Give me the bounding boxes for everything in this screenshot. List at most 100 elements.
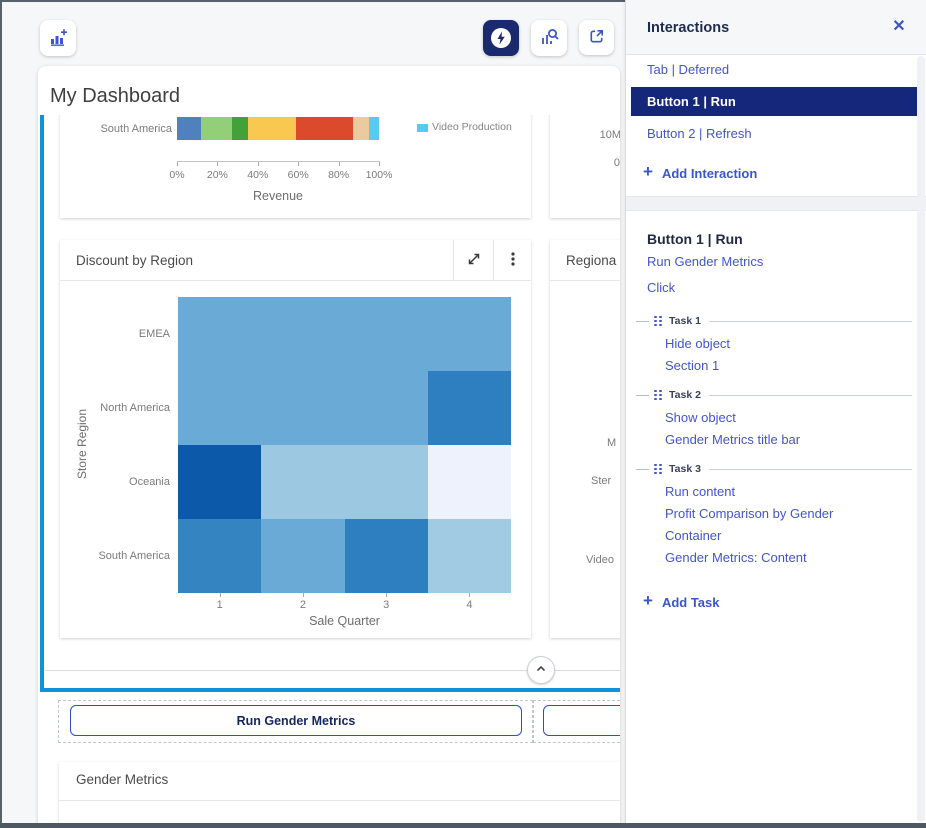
- panel-scrollbar[interactable]: [917, 56, 925, 822]
- heatmap-cell: [261, 519, 344, 593]
- category-label: South America: [60, 117, 172, 140]
- heatmap-col-labels: 1234: [178, 599, 511, 611]
- fullscreen-button[interactable]: [453, 240, 493, 280]
- add-task-button[interactable]: + Add Task: [626, 587, 926, 617]
- collapse-section-button[interactable]: [527, 656, 555, 684]
- x-axis-title: Revenue: [177, 189, 379, 203]
- task-link[interactable]: Run content: [626, 481, 926, 503]
- gender-metrics-card[interactable]: Gender Metrics: [59, 762, 620, 828]
- task-header: Task 2: [626, 383, 926, 407]
- interaction-item[interactable]: Button 2 | Refresh: [626, 119, 926, 149]
- more-options-button[interactable]: [493, 240, 531, 280]
- category-label: Video: [586, 554, 614, 566]
- explore-button[interactable]: [531, 20, 567, 56]
- task-link[interactable]: Hide object: [626, 333, 926, 355]
- bar-segment: [369, 117, 379, 140]
- task-link[interactable]: Section 1: [626, 355, 926, 377]
- heatmap-cell: [261, 445, 344, 519]
- rule: [709, 469, 912, 470]
- partial-chart-card[interactable]: 10M 0: [550, 115, 620, 218]
- expand-arrows-icon: [465, 250, 483, 271]
- bar-segment: [353, 117, 369, 140]
- y-tick: 0: [614, 157, 620, 169]
- y-axis-title: Store Region: [75, 296, 89, 592]
- category-label: M: [607, 437, 616, 449]
- y-tick: 10M: [600, 129, 620, 141]
- heatmap-cell: [345, 445, 428, 519]
- bar-segment: [296, 117, 353, 140]
- heatmap-cell: [428, 445, 511, 519]
- panel-section-divider: [626, 196, 926, 211]
- heatmap-cell: [345, 519, 428, 593]
- expand-button[interactable]: [579, 20, 614, 55]
- rule: [709, 395, 912, 396]
- task-link[interactable]: Show object: [626, 407, 926, 429]
- interaction-detail: Button 1 | Run Run Gender Metrics Click …: [626, 211, 926, 617]
- heatmap-cell: [261, 371, 344, 445]
- revenue-bar: [177, 117, 379, 140]
- task-link[interactable]: Gender Metrics: Content: [626, 547, 926, 569]
- heatmap-cell: [261, 297, 344, 371]
- task-header: Task 3: [626, 457, 926, 481]
- heatmap-cell: [345, 297, 428, 371]
- add-interaction-label: Add Interaction: [662, 166, 757, 181]
- panel-header: Interactions ✕: [626, 0, 926, 55]
- heatmap-card[interactable]: Discount by Region: [60, 240, 531, 638]
- bolt-icon: [491, 28, 511, 48]
- chart-search-icon: [539, 27, 559, 50]
- interactions-button[interactable]: [483, 20, 519, 56]
- close-panel-button[interactable]: ✕: [886, 13, 912, 39]
- task-label: Task 2: [669, 389, 701, 401]
- interaction-item[interactable]: Button 1 | Run: [631, 87, 920, 116]
- add-task-label: Add Task: [662, 595, 720, 610]
- add-chart-icon: [48, 27, 68, 50]
- legend-swatch: [417, 124, 428, 132]
- bar-segment: [248, 117, 296, 140]
- drag-handle-icon[interactable]: [654, 316, 662, 327]
- interactions-panel: Interactions ✕ Tab | DeferredButton 1 | …: [625, 0, 926, 828]
- section-divider: [45, 670, 527, 671]
- add-interaction-button[interactable]: + Add Interaction: [626, 158, 926, 188]
- interaction-target-link[interactable]: Run Gender Metrics: [626, 249, 926, 275]
- x-tick-label: 100%: [366, 169, 393, 181]
- x-axis-tickmarks: [177, 162, 379, 167]
- task-link[interactable]: Gender Metrics title bar: [626, 429, 926, 451]
- interaction-trigger-link[interactable]: Click: [626, 275, 926, 301]
- x-tick-label: 60%: [288, 169, 309, 181]
- heatmap-cell: [428, 297, 511, 371]
- panel-title: Interactions: [647, 20, 729, 36]
- x-tick-label: 4: [428, 599, 511, 611]
- run-gender-metrics-button[interactable]: Run Gender Metrics: [70, 705, 522, 736]
- app-window: My Dashboard South America Video Product…: [0, 0, 926, 828]
- heatmap-cell: [178, 297, 261, 371]
- plus-icon: +: [643, 162, 653, 182]
- window-border: [0, 823, 926, 828]
- bar-segment: [232, 117, 248, 140]
- x-tick-label: 0%: [169, 169, 184, 181]
- interactions-list: Tab | DeferredButton 1 | Run Button 2 | R…: [626, 55, 926, 149]
- legend-label: Video Production: [432, 121, 512, 133]
- task-link[interactable]: Container: [626, 525, 926, 547]
- heatmap-tickmarks: [178, 593, 511, 598]
- add-chart-button[interactable]: [40, 20, 76, 56]
- drag-handle-icon[interactable]: [654, 464, 662, 475]
- revenue-chart-card[interactable]: South America Video Production 0%20%40%6…: [60, 115, 531, 218]
- drag-handle-icon[interactable]: [654, 390, 662, 401]
- bar-segment: [177, 117, 201, 140]
- x-tick-label: 3: [345, 599, 428, 611]
- heatmap-cell: [178, 445, 261, 519]
- task-label: Task 3: [669, 463, 701, 475]
- heatmap-grid[interactable]: [178, 297, 511, 593]
- sheet-body: South America Video Production 0%20%40%6…: [38, 115, 620, 828]
- plus-icon: +: [643, 591, 653, 611]
- chevron-up-icon: [533, 661, 549, 680]
- x-tick-label: 1: [178, 599, 261, 611]
- interaction-item[interactable]: Tab | Deferred: [626, 55, 926, 85]
- partial-button[interactable]: [543, 705, 620, 736]
- chart-title: Gender Metrics: [76, 772, 168, 787]
- task-link[interactable]: Profit Comparison by Gender: [626, 503, 926, 525]
- section-selection-border-left: [40, 115, 44, 692]
- heatmap-cell: [178, 519, 261, 593]
- regional-chart-card[interactable]: Regiona M Ster Video: [550, 240, 620, 638]
- divider: [550, 280, 620, 281]
